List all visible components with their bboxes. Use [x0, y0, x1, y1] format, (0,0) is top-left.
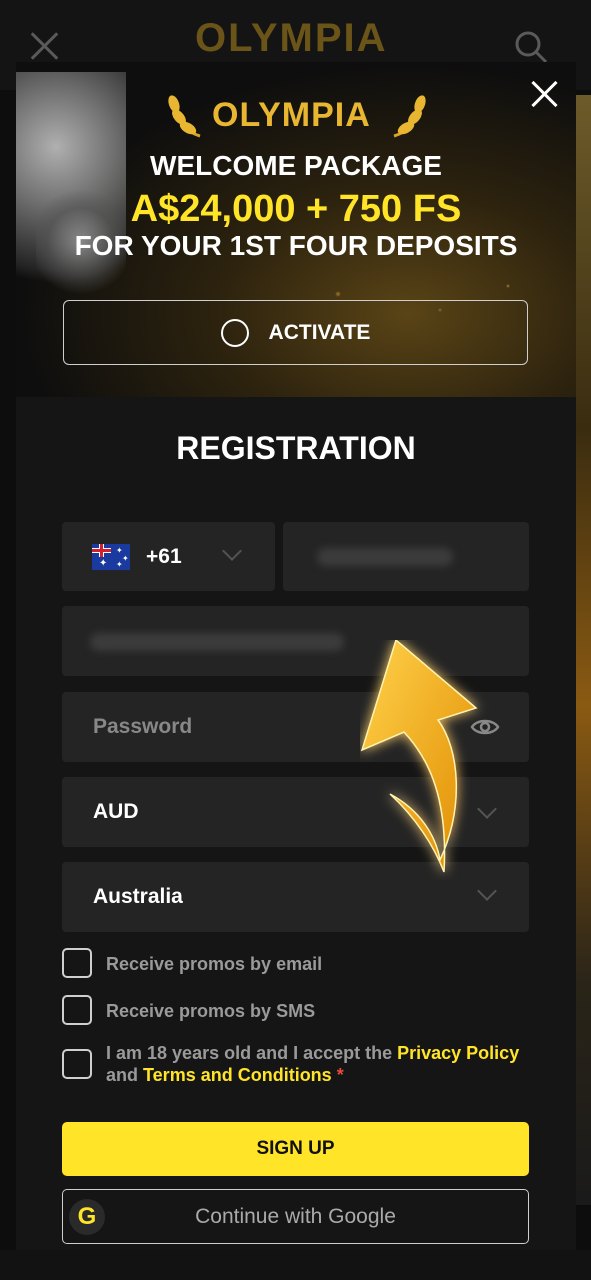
chevron-down-icon: [477, 881, 497, 901]
olympia-logo: OLYMPIA: [166, 92, 426, 140]
sign-up-button[interactable]: SIGN UP: [62, 1122, 529, 1176]
phone-code-value: +61: [146, 544, 182, 568]
chevron-down-icon: [222, 541, 242, 561]
phone-number-input[interactable]: [283, 522, 529, 591]
password-placeholder: Password: [93, 715, 193, 738]
blurred-value: [317, 548, 453, 566]
logo-text: OLYMPIA: [212, 96, 371, 134]
sms-promos-option[interactable]: Receive promos by SMS: [62, 995, 315, 1025]
terms-label: I am 18 years old and I accept the Priva…: [106, 1042, 526, 1086]
laurel-icon: [168, 95, 201, 138]
sms-promos-label: Receive promos by SMS: [106, 1001, 316, 1021]
email-promos-label: Receive promos by email: [106, 954, 323, 974]
activate-bonus-button[interactable]: ACTIVATE: [63, 300, 528, 365]
promo-banner: OLYMPIA WELCOME PACKAGE A$24,000 + 750 F…: [16, 62, 576, 397]
required-marker: *: [331, 1065, 344, 1085]
background-logo: OLYMPIA: [195, 16, 388, 60]
terms-text-and: and: [106, 1065, 144, 1085]
phone-code-select[interactable]: ✦ ✦ ✦ ✦ +61: [62, 522, 275, 591]
background-content: [576, 95, 591, 1205]
terms-option[interactable]: I am 18 years old and I accept the Priva…: [62, 1043, 526, 1086]
google-signin-button[interactable]: G Continue with Google: [62, 1189, 529, 1244]
background-footer: [0, 1250, 591, 1280]
blurred-value: [90, 633, 344, 651]
activate-label: ACTIVATE: [268, 320, 371, 344]
email-promos-option[interactable]: Receive promos by email: [62, 948, 322, 978]
privacy-policy-link[interactable]: Privacy Policy: [397, 1043, 519, 1063]
activate-radio[interactable]: [220, 318, 249, 347]
terms-conditions-link[interactable]: Terms and Conditions: [143, 1065, 332, 1085]
google-icon: G: [69, 1199, 105, 1235]
page-title: REGISTRATION: [176, 430, 416, 466]
search-icon[interactable]: [514, 30, 548, 64]
flag-au-icon: ✦ ✦ ✦ ✦: [92, 543, 130, 570]
promo-amount: A$24,000 + 750 FS: [130, 188, 462, 230]
email-promos-checkbox[interactable]: [62, 948, 92, 978]
currency-value: AUD: [93, 800, 139, 823]
arrow-annotation: [360, 640, 478, 873]
terms-text: I am 18 years old and I accept the: [106, 1043, 398, 1063]
sms-promos-checkbox[interactable]: [62, 995, 92, 1025]
menu-close-icon[interactable]: [28, 30, 60, 62]
laurel-icon: [393, 95, 426, 138]
google-signin-label: Continue with Google: [195, 1204, 396, 1228]
country-value: Australia: [93, 885, 183, 908]
promo-heading: WELCOME PACKAGE: [150, 150, 442, 181]
promo-subheading: FOR YOUR 1ST FOUR DEPOSITS: [74, 230, 518, 261]
close-icon[interactable]: [530, 80, 558, 108]
terms-checkbox[interactable]: [62, 1049, 92, 1079]
